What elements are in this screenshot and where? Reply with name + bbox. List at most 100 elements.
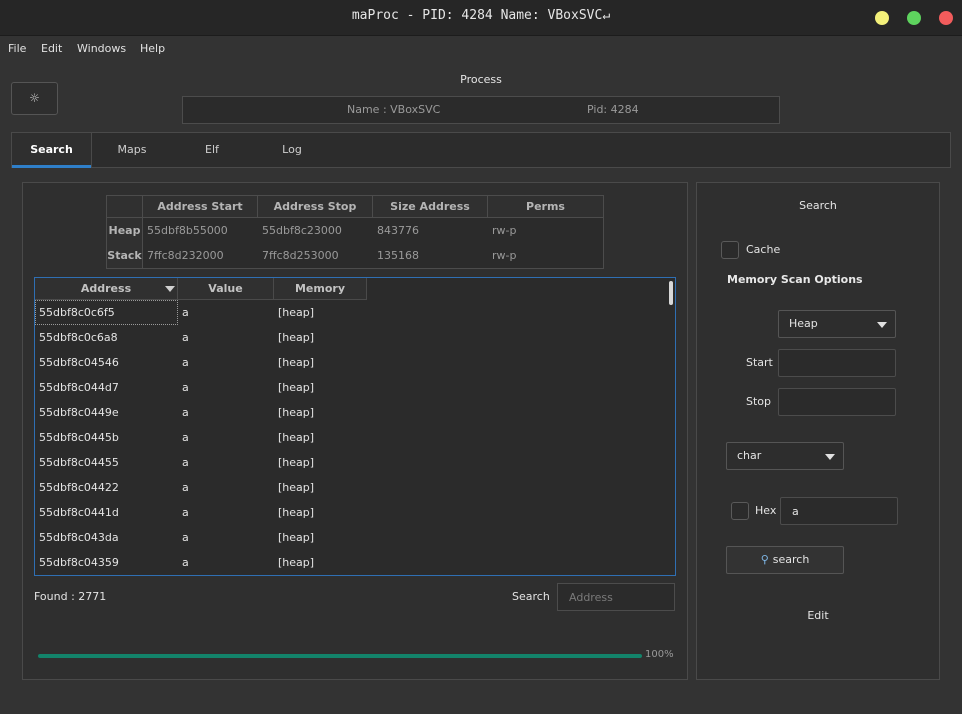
- maps-header-start[interactable]: Address Start: [143, 196, 258, 218]
- start-label: Start: [746, 356, 773, 369]
- tab-maps[interactable]: Maps: [92, 133, 172, 167]
- maps-cell[interactable]: 843776: [377, 218, 419, 243]
- chevron-down-icon: [825, 454, 835, 460]
- settings-button[interactable]: ☼: [11, 82, 58, 115]
- table-row[interactable]: 55dbf8c0445b a [heap]: [35, 425, 669, 450]
- table-row[interactable]: 55dbf8c04455 a [heap]: [35, 450, 669, 475]
- maps-cell[interactable]: 7ffc8d253000: [262, 243, 339, 268]
- table-row[interactable]: 55dbf8c0c6f5 a [heap]: [35, 300, 669, 325]
- title-bar: maProc - PID: 4284 Name: VBoxSVC↵: [0, 0, 962, 36]
- search-button-label: search: [772, 553, 810, 566]
- cache-label: Cache: [746, 243, 781, 256]
- search-results-table[interactable]: Address Value Memory 55dbf8c0c6f5 a [heap]…: [34, 277, 676, 576]
- cache-checkbox[interactable]: [721, 241, 739, 259]
- result-address: 55dbf8c043da: [39, 531, 119, 544]
- region-select[interactable]: Heap: [778, 310, 896, 338]
- memory-maps-table: Address Start Address Stop Size Address …: [106, 195, 604, 269]
- maps-header-stop[interactable]: Address Stop: [258, 196, 373, 218]
- result-address: 55dbf8c04455: [39, 456, 119, 469]
- menu-help[interactable]: Help: [140, 42, 165, 55]
- table-row[interactable]: 55dbf8c044d7 a [heap]: [35, 375, 669, 400]
- scan-progress-bar: [38, 654, 642, 658]
- process-title: Process: [460, 73, 502, 86]
- result-value: a: [182, 481, 189, 494]
- chevron-down-icon: [877, 322, 887, 328]
- table-row[interactable]: 55dbf8c0c6a8 a [heap]: [35, 325, 669, 350]
- tab-elf[interactable]: Elf: [172, 133, 252, 167]
- scan-progress-fill: [38, 654, 642, 658]
- result-value: a: [182, 556, 189, 569]
- tab-log[interactable]: Log: [252, 133, 332, 167]
- hex-checkbox[interactable]: [731, 502, 749, 520]
- results-header-address-label: Address: [80, 282, 132, 295]
- table-row[interactable]: 55dbf8c0441d a [heap]: [35, 500, 669, 525]
- results-header-value[interactable]: Value: [178, 278, 274, 300]
- result-value: a: [182, 456, 189, 469]
- minimize-button[interactable]: [875, 11, 889, 25]
- menu-bar: File Edit Windows Help: [0, 37, 962, 61]
- result-memory: [heap]: [278, 356, 315, 369]
- result-value: a: [182, 381, 189, 394]
- result-memory: [heap]: [278, 431, 315, 444]
- result-address: 55dbf8c0441d: [39, 506, 119, 519]
- table-row[interactable]: 55dbf8c043da a [heap]: [35, 525, 669, 550]
- maximize-button[interactable]: [907, 11, 921, 25]
- result-memory: [heap]: [278, 481, 315, 494]
- table-row[interactable]: 55dbf8c04359 a [heap]: [35, 550, 669, 575]
- hex-label: Hex: [755, 504, 777, 517]
- result-memory: [heap]: [278, 406, 315, 419]
- menu-windows[interactable]: Windows: [77, 42, 126, 55]
- found-count: Found : 2771: [34, 590, 107, 603]
- result-address: 55dbf8c0449e: [39, 406, 119, 419]
- maps-header-perms[interactable]: Perms: [488, 196, 603, 218]
- result-memory: [heap]: [278, 381, 315, 394]
- process-info-box: Name : VBoxSVC Pid: 4284: [182, 96, 780, 124]
- maps-cell[interactable]: rw-p: [492, 243, 516, 268]
- search-value-input[interactable]: [780, 497, 898, 525]
- result-value: a: [182, 356, 189, 369]
- tab-bar: Search Maps Elf Log: [11, 132, 951, 168]
- start-address-input[interactable]: [778, 349, 896, 377]
- maps-corner-header: [107, 196, 143, 218]
- result-address: 55dbf8c04546: [39, 356, 119, 369]
- window-title: maProc - PID: 4284 Name: VBoxSVC↵: [351, 8, 611, 23]
- result-value: a: [182, 406, 189, 419]
- process-name: Name : VBoxSVC: [347, 103, 441, 116]
- maps-cell[interactable]: 135168: [377, 243, 419, 268]
- result-memory: [heap]: [278, 506, 315, 519]
- address-search-input[interactable]: [557, 583, 675, 611]
- menu-edit[interactable]: Edit: [41, 42, 62, 55]
- maps-cell[interactable]: rw-p: [492, 218, 516, 243]
- result-address: 55dbf8c0c6a8: [39, 331, 118, 344]
- menu-file[interactable]: File: [8, 42, 26, 55]
- process-pid: Pid: 4284: [587, 103, 639, 116]
- result-address: 55dbf8c0c6f5: [35, 300, 178, 325]
- result-value: a: [182, 506, 189, 519]
- maps-cell[interactable]: 55dbf8b55000: [147, 218, 228, 243]
- edit-section-label[interactable]: Edit: [696, 609, 940, 622]
- maps-cell[interactable]: 55dbf8c23000: [262, 218, 342, 243]
- table-row[interactable]: 55dbf8c04422 a [heap]: [35, 475, 669, 500]
- type-select[interactable]: char: [726, 442, 844, 470]
- close-button[interactable]: [939, 11, 953, 25]
- table-row[interactable]: 55dbf8c0449e a [heap]: [35, 400, 669, 425]
- result-value: a: [182, 531, 189, 544]
- results-scrollbar[interactable]: [669, 281, 673, 305]
- results-header-address[interactable]: Address: [35, 278, 178, 300]
- region-select-value: Heap: [789, 317, 818, 330]
- result-memory: [heap]: [278, 456, 315, 469]
- scan-panel-title: Search: [799, 199, 837, 212]
- maps-header-size[interactable]: Size Address: [373, 196, 488, 218]
- results-header-memory[interactable]: Memory: [274, 278, 367, 300]
- sort-down-icon[interactable]: [165, 286, 175, 292]
- stop-address-input[interactable]: [778, 388, 896, 416]
- table-row[interactable]: 55dbf8c04546 a [heap]: [35, 350, 669, 375]
- result-value: a: [182, 306, 189, 319]
- result-value: a: [182, 331, 189, 344]
- maps-cell[interactable]: 7ffc8d232000: [147, 243, 224, 268]
- result-memory: [heap]: [278, 556, 315, 569]
- result-memory: [heap]: [278, 531, 315, 544]
- tab-search[interactable]: Search: [12, 133, 92, 168]
- search-button[interactable]: ⚲ search: [726, 546, 844, 574]
- maps-row-label-stack: Stack: [107, 243, 143, 268]
